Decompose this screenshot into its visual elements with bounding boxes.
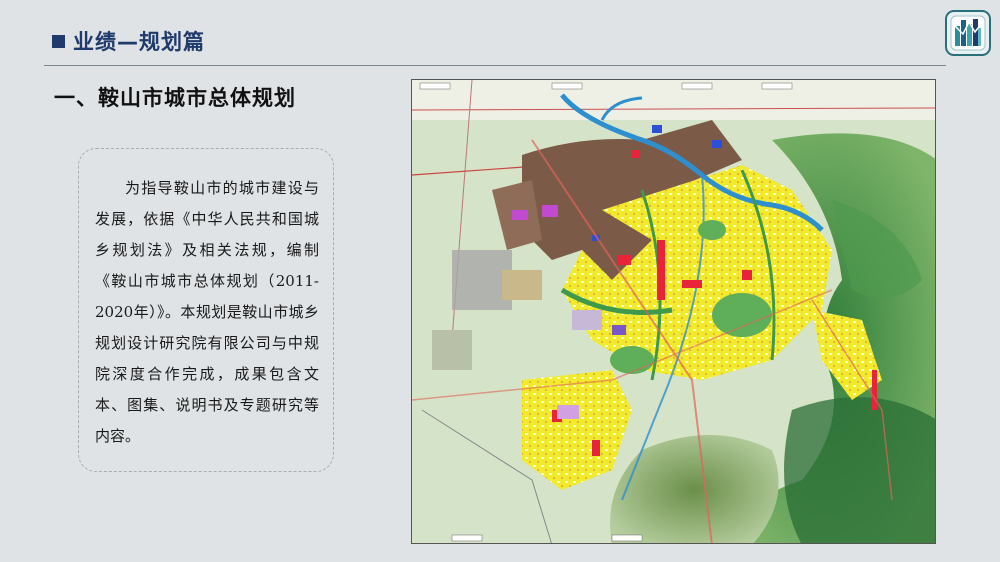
- header: 业绩—规划篇: [52, 26, 205, 56]
- square-bullet-icon: [52, 34, 65, 48]
- description-box: 为指导鞍山市的城市建设与发展，依据《中华人民共和国城乡规划法》及相关法规，编制《…: [78, 148, 334, 472]
- header-title: 业绩—规划篇: [73, 30, 205, 54]
- section-title: 一、鞍山市城市总体规划: [54, 85, 296, 110]
- header-divider: [44, 65, 946, 66]
- description-text: 为指导鞍山市的城市建设与发展，依据《中华人民共和国城乡规划法》及相关法规，编制《…: [95, 179, 319, 445]
- map-graphic: [412, 80, 935, 543]
- building-logo-icon: [945, 10, 991, 56]
- city-master-plan-map: [411, 79, 936, 544]
